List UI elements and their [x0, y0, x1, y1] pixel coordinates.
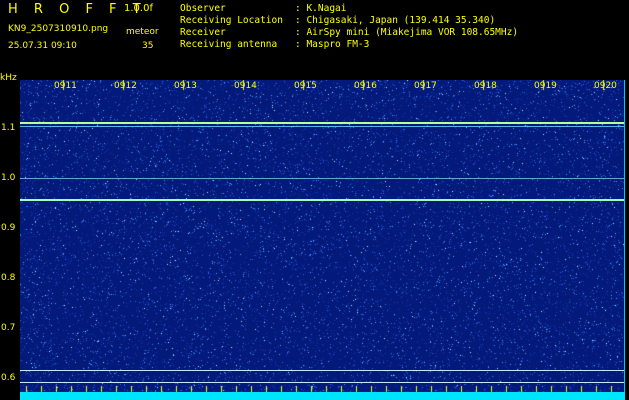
spectrogram-noise [20, 80, 625, 394]
info-row-antenna: Receiving antenna : Maspro FM-3 [180, 39, 518, 51]
info-row-observer: Observer : K.Nagai [180, 3, 518, 15]
y-tick-label: 1.0 [1, 173, 16, 183]
bottom-bar [20, 392, 625, 400]
info-key: Receiving antenna [180, 39, 278, 50]
meteor-count: 35 [142, 41, 154, 51]
y-tick-label: 0.9 [1, 223, 16, 233]
y-tick-label: 0.6 [1, 373, 16, 383]
plot-right-border [624, 80, 625, 394]
signal-line [20, 382, 625, 383]
signal-line [20, 370, 625, 371]
time-tick-label: 0919 [534, 81, 557, 91]
time-tick-label: 0912 [114, 81, 137, 91]
y-tick-label: 0.7 [1, 323, 16, 333]
info-value: : K.Nagai [295, 3, 347, 14]
info-value: : AirSpy mini (Miakejima VOR 108.65MHz) [295, 27, 519, 38]
info-value: : Chigasaki, Japan (139.414 35.340) [295, 15, 496, 26]
time-tick-label: 0913 [174, 81, 197, 91]
signal-line [20, 178, 625, 179]
time-tick-label: 0916 [354, 81, 377, 91]
time-tick-label: 0914 [234, 81, 257, 91]
info-value: : Maspro FM-3 [295, 39, 370, 50]
time-tick-label: 0911 [54, 81, 77, 91]
signal-line [20, 199, 625, 201]
y-tick-label: 0.8 [1, 273, 16, 283]
signal-line [20, 126, 625, 127]
y-tick-label: 1.1 [1, 123, 16, 133]
info-key: Receiving Location [180, 15, 283, 26]
time-tick-label: 0918 [474, 81, 497, 91]
y-unit-label: kHz [0, 73, 17, 83]
version-label: 1.0.0f [124, 3, 153, 14]
observation-info: Observer : K.Nagai Receiving Location : Ch… [180, 3, 518, 51]
meteor-label: meteor [126, 27, 159, 37]
signal-line [20, 122, 625, 124]
time-tick-label: 0917 [414, 81, 437, 91]
info-key: Receiver [180, 27, 226, 38]
datetime-label: 25.07.31 09:10 [8, 41, 77, 51]
time-tick-label: 0915 [294, 81, 317, 91]
info-key: Observer [180, 3, 226, 14]
time-tick-label: 0920 [594, 81, 617, 91]
info-row-receiver: Receiver : AirSpy mini (Miakejima VOR 108… [180, 27, 518, 39]
info-row-location: Receiving Location : Chigasaki, Japan (13… [180, 15, 518, 27]
file-name: KN9_2507310910.png [8, 24, 109, 34]
